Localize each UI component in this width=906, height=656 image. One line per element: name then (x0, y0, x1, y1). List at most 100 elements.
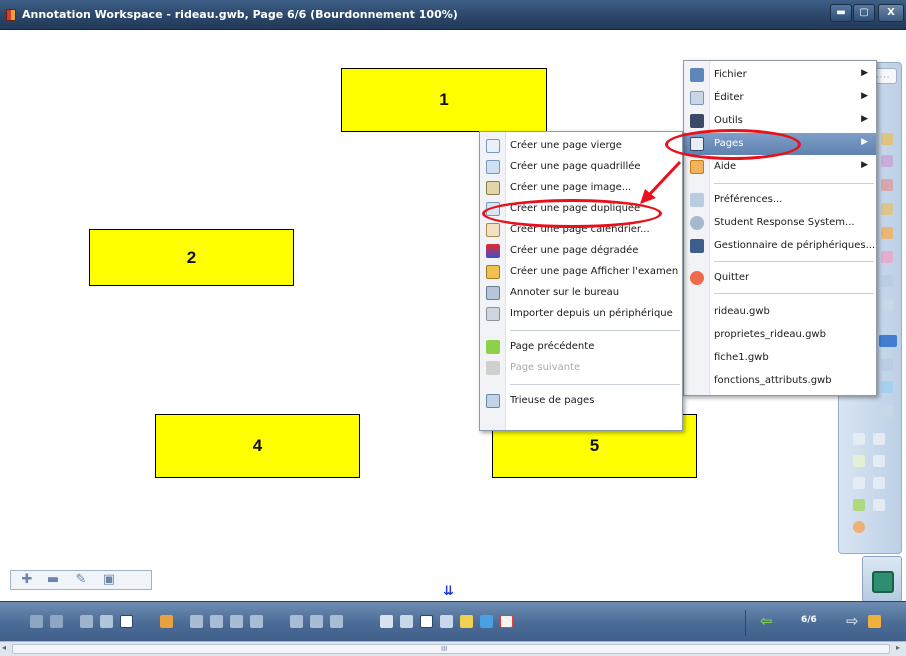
menu-item-student-response[interactable]: Student Response System... (684, 212, 876, 234)
menu-item-quitter[interactable]: Quitter (684, 267, 876, 289)
toolbar-icon[interactable] (290, 615, 303, 628)
toolbar-tool-icon[interactable] (873, 477, 885, 489)
yellow-box-1[interactable]: 1 (341, 68, 547, 132)
previous-page-arrow-icon[interactable]: ⇦ (760, 612, 773, 630)
submenu-item-exam-page[interactable]: Créer une page Afficher l'examen (480, 261, 682, 283)
previous-page-icon (486, 340, 500, 354)
toolbar-tool-icon[interactable] (853, 499, 865, 511)
toolbar-icon[interactable] (30, 615, 43, 628)
menu-item-recent-file[interactable]: proprietes_rideau.gwb (684, 324, 876, 346)
blank-page-icon (486, 139, 500, 153)
yellow-box-2[interactable]: 2 (89, 229, 294, 286)
submenu-arrow-icon: ▶ (861, 160, 868, 170)
menu-item-label: Créer une page quadrillée (510, 161, 641, 172)
toolbar-icon[interactable] (400, 615, 413, 628)
toolbar-tool-icon[interactable] (881, 203, 893, 215)
toolbar-icon[interactable] (460, 615, 473, 628)
toolbar-tool-icon[interactable] (881, 275, 893, 287)
toolbar-tool-icon[interactable] (881, 381, 893, 393)
toolbar-tool-icon[interactable] (881, 251, 893, 263)
tools-icon (690, 114, 704, 128)
main-menu[interactable]: Fichier ▶ Éditer ▶ Outils ▶ Pages ▶ Aide… (683, 60, 877, 396)
page-down-arrows-icon[interactable]: ⇊ (443, 584, 454, 599)
toolbar-icon[interactable] (80, 615, 93, 628)
submenu-item-image-page[interactable]: Créer une page image... (480, 177, 682, 199)
pages-submenu[interactable]: Créer une page vierge Créer une page qua… (479, 131, 683, 431)
toolbar-tool-icon[interactable] (873, 455, 885, 467)
menu-item-label: Créer une page Afficher l'examen (510, 266, 679, 277)
toolbar-icon[interactable] (500, 615, 513, 628)
plus-icon[interactable]: ✚ (19, 573, 35, 587)
menu-item-recent-file[interactable]: fiche1.gwb (684, 347, 876, 369)
toolbar-icon[interactable] (420, 615, 433, 628)
toolbar-tool-icon[interactable] (853, 455, 865, 467)
menu-item-editer[interactable]: Éditer ▶ (684, 87, 876, 109)
submenu-item-blank-page[interactable]: Créer une page vierge (480, 135, 682, 157)
horizontal-scrollbar[interactable]: ◂ III ▸ (0, 641, 906, 656)
toolbar-tool-icon[interactable] (853, 433, 865, 445)
maximize-icon: ▢ (859, 7, 869, 18)
toolbar-tool-icon[interactable] (881, 405, 893, 417)
toolbar-icon[interactable] (330, 615, 343, 628)
page-tools-toolbar[interactable]: ✚ ▬ ✎ ▣ (10, 570, 152, 590)
toolbar-icon[interactable] (160, 615, 173, 628)
desktop-annotate-icon (486, 286, 500, 300)
toolbar-tool-icon[interactable] (881, 299, 893, 311)
menu-item-preferences[interactable]: Préférences... (684, 189, 876, 211)
menu-item-label: fiche1.gwb (714, 352, 769, 363)
toolbar-icon[interactable] (250, 615, 263, 628)
toolbar-icon[interactable] (480, 615, 493, 628)
submenu-item-previous-page[interactable]: Page précédente (480, 336, 682, 358)
menu-separator (510, 384, 680, 385)
toolbar-tool-icon[interactable] (881, 133, 893, 145)
submenu-item-gradient-page[interactable]: Créer une page dégradée (480, 240, 682, 262)
scroll-thumb[interactable]: III (12, 644, 890, 654)
menu-item-recent-file[interactable]: fonctions_attributs.gwb (684, 370, 876, 392)
submenu-item-import-device[interactable]: Importer depuis un périphérique (480, 303, 682, 325)
toolbar-icon[interactable] (440, 615, 453, 628)
page-thumbnail-icon[interactable]: ▣ (101, 573, 117, 587)
minus-icon[interactable]: ▬ (45, 573, 61, 587)
toolbar-tool-icon[interactable] (873, 433, 885, 445)
toolbar-icon[interactable] (100, 615, 113, 628)
close-icon: X (887, 7, 895, 18)
toolbar-icon[interactable] (380, 615, 393, 628)
toolbar-tool-icon[interactable] (881, 179, 893, 191)
toolbar-tool-icon[interactable] (853, 477, 865, 489)
next-page-icon (486, 361, 500, 375)
toolbar-icon[interactable] (230, 615, 243, 628)
toolbar-icon[interactable] (190, 615, 203, 628)
toolbar-tool-icon[interactable] (873, 499, 885, 511)
close-button[interactable]: X (878, 4, 904, 22)
minimize-button[interactable]: ▬ (830, 4, 852, 22)
toolbar-icon[interactable] (120, 615, 133, 628)
toolbar-icon[interactable] (868, 615, 881, 628)
yellow-box-4[interactable]: 4 (155, 414, 360, 478)
maximize-button[interactable]: ▢ (853, 4, 875, 22)
scroll-left-icon[interactable]: ◂ (2, 643, 6, 652)
menu-item-recent-file[interactable]: rideau.gwb (684, 301, 876, 323)
toolbar-icon[interactable] (210, 615, 223, 628)
toolbar-tool-icon[interactable] (879, 335, 897, 347)
next-page-arrow-icon[interactable]: ⇨ (846, 612, 859, 630)
edit-page-icon[interactable]: ✎ (73, 573, 89, 587)
submenu-item-page-sorter[interactable]: Trieuse de pages (480, 390, 682, 412)
submenu-item-desktop-annotate[interactable]: Annoter sur le bureau (480, 282, 682, 304)
menu-item-device-manager[interactable]: Gestionnaire de périphériques... (684, 235, 876, 257)
bottom-toolbar[interactable]: ⇦ 6/6 ⇨ (0, 601, 906, 641)
device-manager-icon (690, 239, 704, 253)
submenu-item-grid-page[interactable]: Créer une page quadrillée (480, 156, 682, 178)
scroll-right-icon[interactable]: ▸ (896, 643, 900, 652)
menu-item-fichier[interactable]: Fichier ▶ (684, 64, 876, 86)
toolbar-tool-icon[interactable] (881, 155, 893, 167)
toolbar-tool-icon[interactable] (881, 227, 893, 239)
menu-item-label: Trieuse de pages (510, 395, 595, 406)
page-sorter-icon (486, 394, 500, 408)
toolbar-icon[interactable] (310, 615, 323, 628)
tools-corner-button[interactable] (862, 556, 902, 602)
submenu-arrow-icon: ▶ (861, 114, 868, 124)
menu-item-label: Préférences... (714, 194, 783, 205)
toolbar-tool-icon[interactable] (853, 521, 865, 533)
toolbar-icon[interactable] (50, 615, 63, 628)
toolbar-tool-icon[interactable] (881, 359, 893, 371)
